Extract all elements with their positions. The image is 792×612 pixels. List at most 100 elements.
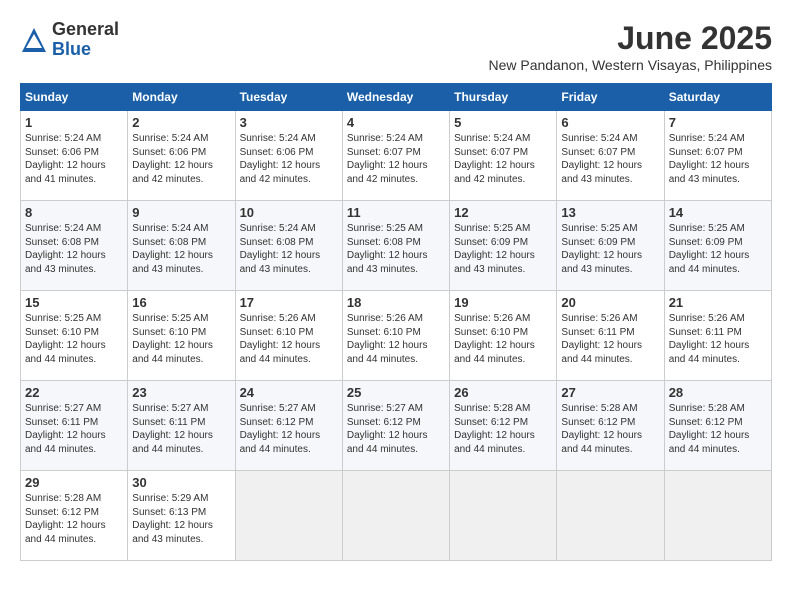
header-cell-tuesday: Tuesday: [235, 84, 342, 111]
day-number: 14: [669, 205, 767, 220]
header-cell-sunday: Sunday: [21, 84, 128, 111]
day-number: 17: [240, 295, 338, 310]
day-detail: Sunrise: 5:26 AM Sunset: 6:10 PM Dayligh…: [240, 312, 338, 366]
day-number: 1: [25, 115, 123, 130]
calendar-cell: 6 Sunrise: 5:24 AM Sunset: 6:07 PM Daylig…: [557, 111, 664, 201]
calendar-cell: 12 Sunrise: 5:25 AM Sunset: 6:09 PM Dayli…: [450, 201, 557, 291]
calendar-cell: 2 Sunrise: 5:24 AM Sunset: 6:06 PM Daylig…: [128, 111, 235, 201]
day-number: 7: [669, 115, 767, 130]
day-detail: Sunrise: 5:26 AM Sunset: 6:11 PM Dayligh…: [561, 312, 659, 366]
calendar-cell: 30Sunrise: 5:29 AM Sunset: 6:13 PM Dayli…: [128, 471, 235, 561]
calendar-cell: 16 Sunrise: 5:25 AM Sunset: 6:10 PM Dayli…: [128, 291, 235, 381]
calendar-cell: 27 Sunrise: 5:28 AM Sunset: 6:12 PM Dayli…: [557, 381, 664, 471]
day-number: 23: [132, 385, 230, 400]
calendar-cell: 22 Sunrise: 5:27 AM Sunset: 6:11 PM Dayli…: [21, 381, 128, 471]
calendar-cell: 10Sunrise: 5:24 AM Sunset: 6:08 PM Dayli…: [235, 201, 342, 291]
day-number: 9: [132, 205, 230, 220]
header-cell-friday: Friday: [557, 84, 664, 111]
day-number: 18: [347, 295, 445, 310]
calendar-cell: [450, 471, 557, 561]
day-detail: Sunrise: 5:28 AM Sunset: 6:12 PM Dayligh…: [454, 402, 552, 456]
calendar-cell: 24 Sunrise: 5:27 AM Sunset: 6:12 PM Dayli…: [235, 381, 342, 471]
calendar-cell: 11 Sunrise: 5:25 AM Sunset: 6:08 PM Dayli…: [342, 201, 449, 291]
header-row: SundayMondayTuesdayWednesdayThursdayFrid…: [21, 84, 772, 111]
day-number: 27: [561, 385, 659, 400]
day-detail: Sunrise: 5:26 AM Sunset: 6:11 PM Dayligh…: [669, 312, 767, 366]
day-number: 28: [669, 385, 767, 400]
day-number: 2: [132, 115, 230, 130]
header-cell-thursday: Thursday: [450, 84, 557, 111]
day-detail: Sunrise: 5:28 AM Sunset: 6:12 PM Dayligh…: [669, 402, 767, 456]
header-cell-monday: Monday: [128, 84, 235, 111]
day-detail: Sunrise: 5:24 AM Sunset: 6:06 PM Dayligh…: [132, 132, 230, 186]
calendar-cell: 3 Sunrise: 5:24 AM Sunset: 6:06 PM Daylig…: [235, 111, 342, 201]
calendar-cell: 13 Sunrise: 5:25 AM Sunset: 6:09 PM Dayli…: [557, 201, 664, 291]
subtitle: New Pandanon, Western Visayas, Philippin…: [488, 57, 772, 73]
day-detail: Sunrise: 5:25 AM Sunset: 6:10 PM Dayligh…: [25, 312, 123, 366]
day-number: 30: [132, 475, 230, 490]
day-number: 20: [561, 295, 659, 310]
logo-text: General Blue: [52, 20, 119, 60]
day-detail: Sunrise: 5:28 AM Sunset: 6:12 PM Dayligh…: [561, 402, 659, 456]
calendar-cell: 28 Sunrise: 5:28 AM Sunset: 6:12 PM Dayli…: [664, 381, 771, 471]
calendar-cell: 21Sunrise: 5:26 AM Sunset: 6:11 PM Dayli…: [664, 291, 771, 381]
day-number: 5: [454, 115, 552, 130]
calendar-cell: 7 Sunrise: 5:24 AM Sunset: 6:07 PM Daylig…: [664, 111, 771, 201]
calendar-cell: 8Sunrise: 5:24 AM Sunset: 6:08 PM Daylig…: [21, 201, 128, 291]
header-cell-wednesday: Wednesday: [342, 84, 449, 111]
day-number: 3: [240, 115, 338, 130]
calendar-cell: 18 Sunrise: 5:26 AM Sunset: 6:10 PM Dayli…: [342, 291, 449, 381]
main-title: June 2025: [488, 20, 772, 57]
day-detail: Sunrise: 5:25 AM Sunset: 6:09 PM Dayligh…: [454, 222, 552, 276]
calendar-row-4: 29Sunrise: 5:28 AM Sunset: 6:12 PM Dayli…: [21, 471, 772, 561]
calendar-cell: 5 Sunrise: 5:24 AM Sunset: 6:07 PM Daylig…: [450, 111, 557, 201]
day-number: 11: [347, 205, 445, 220]
calendar-cell: 15 Sunrise: 5:25 AM Sunset: 6:10 PM Dayli…: [21, 291, 128, 381]
calendar-cell: [557, 471, 664, 561]
day-detail: Sunrise: 5:24 AM Sunset: 6:07 PM Dayligh…: [454, 132, 552, 186]
day-number: 22: [25, 385, 123, 400]
day-detail: Sunrise: 5:26 AM Sunset: 6:10 PM Dayligh…: [347, 312, 445, 366]
calendar-cell: 9 Sunrise: 5:24 AM Sunset: 6:08 PM Daylig…: [128, 201, 235, 291]
calendar-cell: 29Sunrise: 5:28 AM Sunset: 6:12 PM Dayli…: [21, 471, 128, 561]
day-number: 8: [25, 205, 123, 220]
calendar-header: SundayMondayTuesdayWednesdayThursdayFrid…: [21, 84, 772, 111]
calendar-cell: 20 Sunrise: 5:26 AM Sunset: 6:11 PM Dayli…: [557, 291, 664, 381]
calendar-cell: 25 Sunrise: 5:27 AM Sunset: 6:12 PM Dayli…: [342, 381, 449, 471]
day-number: 26: [454, 385, 552, 400]
day-detail: Sunrise: 5:27 AM Sunset: 6:12 PM Dayligh…: [347, 402, 445, 456]
calendar-cell: 14 Sunrise: 5:25 AM Sunset: 6:09 PM Dayli…: [664, 201, 771, 291]
day-number: 16: [132, 295, 230, 310]
day-detail: Sunrise: 5:28 AM Sunset: 6:12 PM Dayligh…: [25, 492, 123, 546]
calendar-cell: 17 Sunrise: 5:26 AM Sunset: 6:10 PM Dayli…: [235, 291, 342, 381]
day-number: 6: [561, 115, 659, 130]
day-detail: Sunrise: 5:25 AM Sunset: 6:09 PM Dayligh…: [561, 222, 659, 276]
day-detail: Sunrise: 5:25 AM Sunset: 6:10 PM Dayligh…: [132, 312, 230, 366]
day-detail: Sunrise: 5:24 AM Sunset: 6:06 PM Dayligh…: [25, 132, 123, 186]
day-detail: Sunrise: 5:25 AM Sunset: 6:08 PM Dayligh…: [347, 222, 445, 276]
day-number: 25: [347, 385, 445, 400]
day-number: 15: [25, 295, 123, 310]
calendar-cell: 23Sunrise: 5:27 AM Sunset: 6:11 PM Dayli…: [128, 381, 235, 471]
day-number: 13: [561, 205, 659, 220]
day-detail: Sunrise: 5:27 AM Sunset: 6:12 PM Dayligh…: [240, 402, 338, 456]
calendar-body: 1 Sunrise: 5:24 AM Sunset: 6:06 PM Daylig…: [21, 111, 772, 561]
calendar-cell: 4Sunrise: 5:24 AM Sunset: 6:07 PM Daylig…: [342, 111, 449, 201]
day-detail: Sunrise: 5:24 AM Sunset: 6:07 PM Dayligh…: [561, 132, 659, 186]
day-number: 12: [454, 205, 552, 220]
calendar-row-0: 1 Sunrise: 5:24 AM Sunset: 6:06 PM Daylig…: [21, 111, 772, 201]
day-detail: Sunrise: 5:26 AM Sunset: 6:10 PM Dayligh…: [454, 312, 552, 366]
day-detail: Sunrise: 5:25 AM Sunset: 6:09 PM Dayligh…: [669, 222, 767, 276]
logo: General Blue: [20, 20, 119, 60]
header-cell-saturday: Saturday: [664, 84, 771, 111]
day-detail: Sunrise: 5:27 AM Sunset: 6:11 PM Dayligh…: [25, 402, 123, 456]
calendar-cell: [664, 471, 771, 561]
day-detail: Sunrise: 5:24 AM Sunset: 6:08 PM Dayligh…: [132, 222, 230, 276]
day-detail: Sunrise: 5:24 AM Sunset: 6:07 PM Dayligh…: [669, 132, 767, 186]
calendar-row-2: 15 Sunrise: 5:25 AM Sunset: 6:10 PM Dayli…: [21, 291, 772, 381]
day-detail: Sunrise: 5:24 AM Sunset: 6:06 PM Dayligh…: [240, 132, 338, 186]
day-detail: Sunrise: 5:24 AM Sunset: 6:08 PM Dayligh…: [240, 222, 338, 276]
day-number: 4: [347, 115, 445, 130]
calendar-cell: [342, 471, 449, 561]
day-number: 24: [240, 385, 338, 400]
